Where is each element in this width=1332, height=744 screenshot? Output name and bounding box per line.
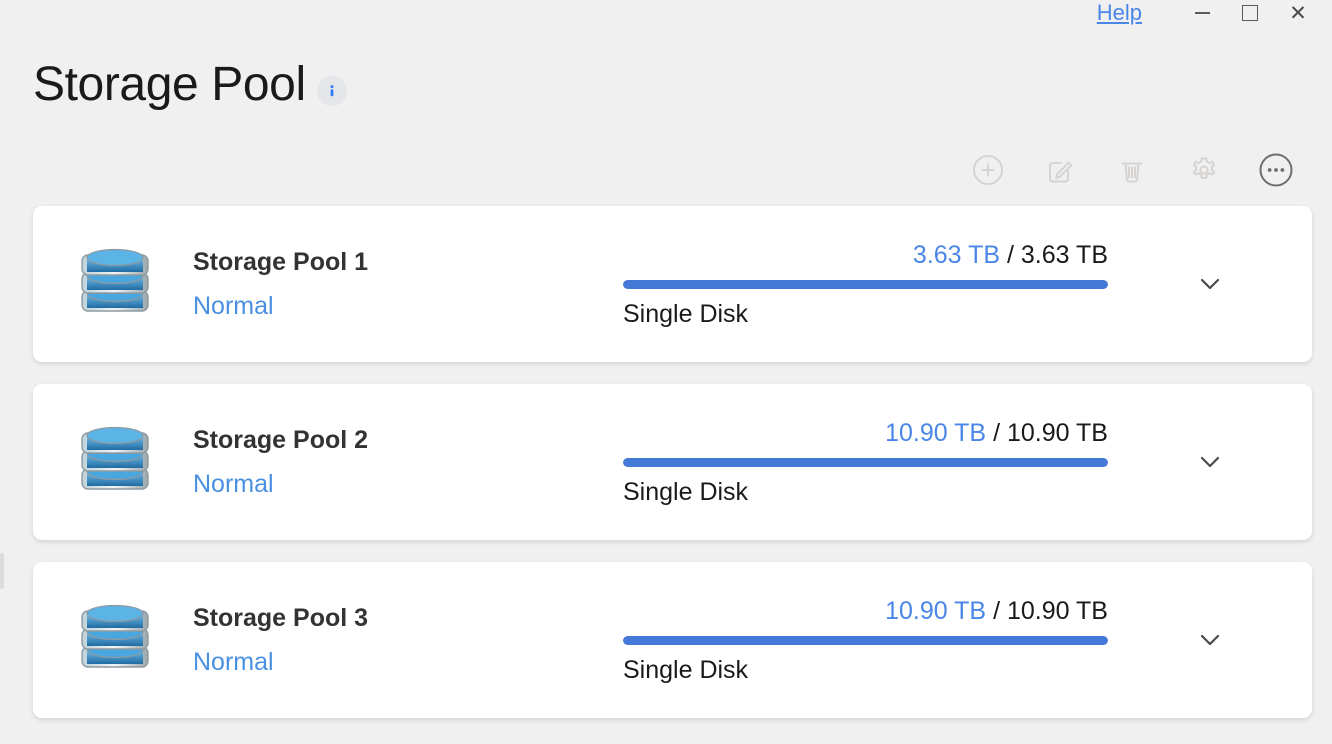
edit-pool-button[interactable] <box>1042 152 1078 188</box>
page-header: Storage Pool <box>33 56 347 114</box>
help-link[interactable]: Help <box>1097 0 1142 26</box>
chevron-down-icon <box>1195 625 1225 655</box>
minimize-icon <box>1195 12 1210 14</box>
pool-type-label: Single Disk <box>623 478 1108 506</box>
close-icon: ✕ <box>1289 3 1307 24</box>
minimize-button[interactable] <box>1178 0 1226 26</box>
expand-pool-button[interactable] <box>1108 447 1312 477</box>
capacity-text: 10.90 TB / 10.90 TB <box>623 419 1108 447</box>
vertical-scrollbar-thumb[interactable] <box>0 553 4 589</box>
usage-progress-fill <box>623 458 1108 467</box>
storage-pool-capacity: 3.63 TB / 3.63 TB Single Disk <box>623 241 1108 328</box>
capacity-total: 10.90 TB <box>1007 597 1108 625</box>
storage-pool-details: Storage Pool 3 Normal <box>193 603 623 677</box>
capacity-text: 10.90 TB / 10.90 TB <box>623 597 1108 625</box>
capacity-separator: / <box>993 597 1000 625</box>
chevron-down-icon <box>1195 269 1225 299</box>
status-badge: Normal <box>193 469 623 499</box>
storage-pool-card[interactable]: Storage Pool 2 Normal 10.90 TB / 10.90 T… <box>33 384 1312 540</box>
storage-pool-name: Storage Pool 1 <box>193 247 623 277</box>
storage-pool-name: Storage Pool 2 <box>193 425 623 455</box>
usage-progress-bar <box>623 458 1108 467</box>
maximize-button[interactable] <box>1226 0 1274 26</box>
status-badge: Normal <box>193 291 623 321</box>
pool-type-label: Single Disk <box>623 300 1108 328</box>
storage-pool-icon <box>69 597 161 683</box>
expand-pool-button[interactable] <box>1108 269 1312 299</box>
storage-pool-capacity: 10.90 TB / 10.90 TB Single Disk <box>623 419 1108 506</box>
page-title: Storage Pool <box>33 56 306 114</box>
delete-pool-button[interactable] <box>1114 152 1150 188</box>
capacity-used: 3.63 TB <box>913 241 1000 269</box>
capacity-total: 3.63 TB <box>1021 241 1108 269</box>
storage-pool-icon <box>69 241 161 327</box>
usage-progress-fill <box>623 636 1108 645</box>
create-pool-button[interactable] <box>970 152 1006 188</box>
usage-progress-bar <box>623 280 1108 289</box>
settings-button[interactable] <box>1186 152 1222 188</box>
capacity-separator: / <box>1007 241 1014 269</box>
storage-pool-list: Storage Pool 1 Normal 3.63 TB / 3.63 TB … <box>33 206 1312 740</box>
expand-pool-button[interactable] <box>1108 625 1312 655</box>
usage-progress-bar <box>623 636 1108 645</box>
storage-pool-name: Storage Pool 3 <box>193 603 623 633</box>
info-icon[interactable] <box>317 76 347 106</box>
maximize-icon <box>1242 5 1258 21</box>
capacity-used: 10.90 TB <box>885 419 986 447</box>
chevron-down-icon <box>1195 447 1225 477</box>
gear-icon <box>1187 153 1221 187</box>
storage-pool-details: Storage Pool 1 Normal <box>193 247 623 321</box>
status-badge: Normal <box>193 647 623 677</box>
storage-pool-icon <box>69 419 161 505</box>
storage-pool-capacity: 10.90 TB / 10.90 TB Single Disk <box>623 597 1108 684</box>
close-button[interactable]: ✕ <box>1274 0 1322 26</box>
capacity-separator: / <box>993 419 1000 447</box>
storage-pool-card[interactable]: Storage Pool 1 Normal 3.63 TB / 3.63 TB … <box>33 206 1312 362</box>
window-titlebar: Help ✕ <box>0 0 1332 26</box>
more-actions-button[interactable] <box>1258 152 1294 188</box>
storage-pool-card[interactable]: Storage Pool 3 Normal 10.90 TB / 10.90 T… <box>33 562 1312 718</box>
capacity-text: 3.63 TB / 3.63 TB <box>623 241 1108 269</box>
usage-progress-fill <box>623 280 1108 289</box>
capacity-used: 10.90 TB <box>885 597 986 625</box>
ellipsis-circle-icon <box>1258 152 1294 188</box>
storage-pool-details: Storage Pool 2 Normal <box>193 425 623 499</box>
trash-icon <box>1115 153 1149 187</box>
pool-toolbar <box>970 152 1294 188</box>
capacity-total: 10.90 TB <box>1007 419 1108 447</box>
pool-type-label: Single Disk <box>623 656 1108 684</box>
edit-pencil-icon <box>1043 153 1077 187</box>
plus-circle-icon <box>971 153 1005 187</box>
